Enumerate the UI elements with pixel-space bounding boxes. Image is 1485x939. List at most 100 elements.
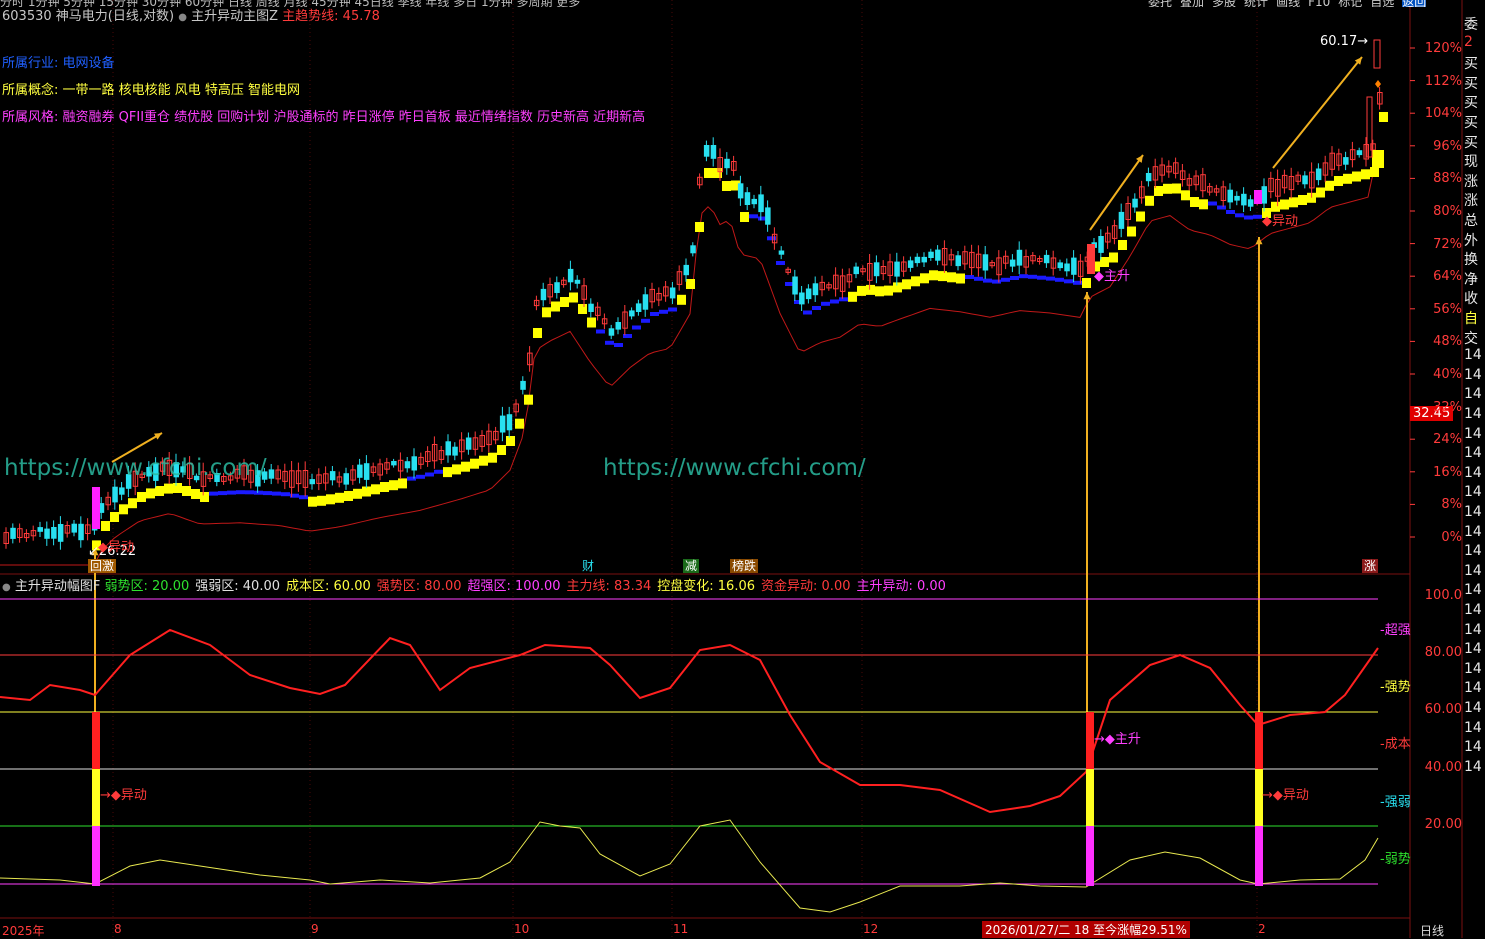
toolbar-button[interactable]: 叠加 bbox=[1180, 0, 1204, 7]
signal-bar bbox=[1086, 769, 1094, 826]
candle-body bbox=[588, 303, 594, 313]
quote-panel-row: 总 bbox=[1464, 213, 1478, 229]
trend-step bbox=[281, 492, 290, 497]
trend-step bbox=[326, 494, 335, 505]
trend-step bbox=[857, 285, 866, 296]
trend-step bbox=[1253, 214, 1262, 219]
quote-panel-row: 现 bbox=[1464, 154, 1478, 171]
candle-body bbox=[642, 294, 649, 310]
yidong-label-2: ◆异动 bbox=[1262, 214, 1299, 229]
candle-body bbox=[445, 441, 451, 456]
indicator-value-label: 强势区: bbox=[376, 579, 421, 594]
candle-body bbox=[799, 292, 805, 305]
toolbar-button[interactable]: 多股 bbox=[1212, 0, 1236, 7]
trend-step bbox=[389, 480, 398, 491]
toolbar-button[interactable]: F10 bbox=[1308, 0, 1330, 7]
price-axis-tick: 56% bbox=[1433, 301, 1462, 317]
toolbar-button[interactable]: 自选 bbox=[1370, 0, 1394, 7]
trend-step bbox=[353, 488, 362, 499]
trend-step bbox=[704, 168, 713, 178]
yidong-label-lower-1: →◆异动 bbox=[100, 788, 147, 803]
candle-body bbox=[683, 264, 689, 276]
candle-body bbox=[758, 194, 764, 213]
trend-step bbox=[812, 306, 821, 310]
indicator-axis-tick: 40.00 bbox=[1424, 759, 1462, 775]
trend-step bbox=[677, 294, 686, 305]
quote-panel-row: 14 bbox=[1464, 562, 1482, 579]
candle-body bbox=[411, 456, 417, 471]
indicator-axis-tick: 100.0 bbox=[1424, 588, 1462, 603]
toolbar-button[interactable]: 返回 bbox=[1402, 0, 1427, 7]
trend-step bbox=[371, 484, 380, 495]
lower-indicator-name[interactable]: 主升异动幅图F bbox=[15, 579, 100, 594]
candle-body bbox=[309, 479, 315, 485]
indicator-value: 强势区: 80.00 bbox=[377, 579, 462, 594]
trend-step bbox=[839, 297, 848, 302]
price-axis-tick: 24% bbox=[1433, 432, 1462, 448]
indicator-value: 强弱区: 40.00 bbox=[195, 579, 280, 594]
event-tag[interactable]: 榜跌 bbox=[730, 559, 759, 573]
quote-panel-row: 买 bbox=[1464, 95, 1478, 112]
watermark-center: https://www.cfchi.com/ bbox=[603, 455, 866, 481]
candle-body bbox=[10, 527, 16, 539]
indicator-value: 主升异动: 0.00 bbox=[856, 579, 945, 594]
trend-step bbox=[1082, 278, 1091, 288]
candle-body bbox=[452, 446, 458, 456]
indicator-value: 控盘变化: 16.06 bbox=[657, 579, 755, 594]
signal-bar bbox=[92, 712, 100, 769]
toolbar-right: 委托 叠加 多股 统计 画线 F10 标记 自选 返回 bbox=[1148, 0, 1434, 7]
event-tag[interactable]: 财 bbox=[580, 559, 596, 573]
trend-step bbox=[848, 291, 857, 302]
moving-average-line bbox=[0, 168, 1375, 566]
indicator-value-label: 资金异动: bbox=[761, 579, 818, 594]
toolbar-button[interactable]: 委托 bbox=[1148, 0, 1172, 7]
time-axis-tick: 2025年 bbox=[2, 924, 45, 938]
candle-body bbox=[873, 262, 880, 277]
trend-step bbox=[893, 282, 902, 293]
watermark-left: https://www.cfchi.com/ bbox=[4, 455, 267, 481]
trend-step bbox=[1118, 240, 1127, 250]
zone-label: -强弱 bbox=[1380, 794, 1411, 810]
quote-panel-row: 14 bbox=[1464, 504, 1482, 520]
indicator-value-label: 强弱区: bbox=[195, 579, 239, 594]
trend-step bbox=[155, 486, 164, 496]
control-line bbox=[0, 819, 1379, 913]
toolbar-button[interactable]: 标记 bbox=[1338, 0, 1362, 7]
signal-arrow-head bbox=[1083, 292, 1091, 300]
candle-body bbox=[805, 288, 812, 300]
trend-step bbox=[965, 275, 974, 279]
trend-step bbox=[299, 495, 308, 500]
quote-panel-row: 14 bbox=[1464, 660, 1482, 677]
toolbar-button[interactable]: 画线 bbox=[1276, 0, 1300, 7]
trend-step bbox=[137, 492, 146, 502]
trend-step bbox=[272, 491, 281, 496]
trend-step bbox=[407, 476, 416, 481]
candle-body bbox=[744, 192, 751, 205]
trend-step bbox=[452, 464, 461, 475]
candle-body bbox=[812, 283, 819, 296]
trend-step bbox=[695, 222, 704, 232]
period-label[interactable]: 日线 bbox=[1420, 922, 1444, 939]
dropdown-icon[interactable]: ● bbox=[2, 582, 11, 593]
trend-step bbox=[866, 284, 875, 295]
trend-step bbox=[1316, 187, 1325, 198]
yidong-text: 异动 bbox=[120, 788, 147, 803]
indicator-value-number: 16.06 bbox=[713, 579, 756, 594]
signal-bar bbox=[1086, 712, 1094, 769]
event-tag[interactable]: 回激 bbox=[88, 559, 117, 573]
trend-step bbox=[686, 279, 695, 289]
trend-step bbox=[551, 301, 560, 312]
candle-body bbox=[1247, 199, 1254, 207]
lower-indicator-header: ● 主升异动幅图F 弱势区: 20.00 强弱区: 40.00 成本区: 60.00… bbox=[2, 575, 952, 594]
event-tag[interactable]: 减 bbox=[683, 559, 700, 573]
trend-step bbox=[614, 343, 623, 347]
candle-body bbox=[119, 487, 125, 495]
toolbar-button[interactable]: 统计 bbox=[1244, 0, 1268, 7]
indicator-value-number: 83.34 bbox=[609, 579, 652, 594]
quote-panel-row: 14 bbox=[1464, 386, 1482, 403]
event-tag[interactable]: 涨 bbox=[1362, 559, 1379, 573]
candle-body bbox=[710, 145, 717, 159]
trend-step bbox=[362, 486, 371, 497]
trend-step bbox=[533, 328, 542, 338]
price-axis-tick: 112% bbox=[1424, 73, 1462, 89]
